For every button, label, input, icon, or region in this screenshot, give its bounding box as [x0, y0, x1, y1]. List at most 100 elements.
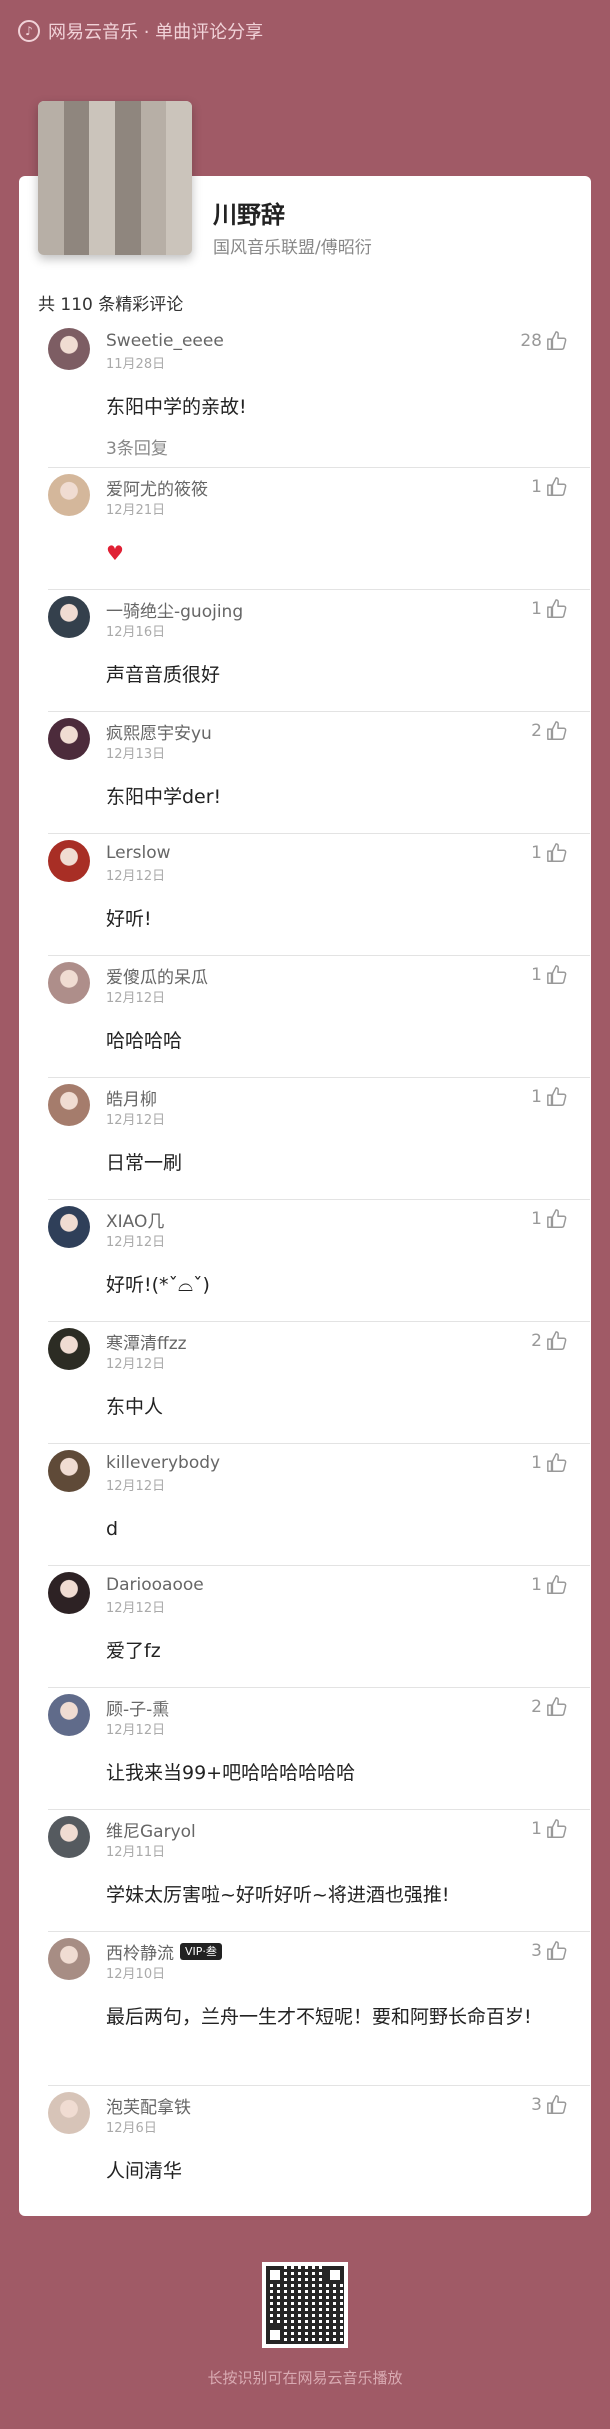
comment-item[interactable]: XIAO几 12月12日好听!(*ˇ⌓ˇ) 1 [48, 1200, 590, 1322]
comment-username-row: 泡芙配拿铁 [106, 2086, 590, 2118]
comment-item[interactable]: 爱阿尤的筱筱 12月21日 ♥ 1 [48, 468, 590, 590]
comment-username-row: 疯熙愿宇安yu [106, 712, 590, 744]
qr-finder-mark [266, 2266, 284, 2284]
comment-date: 12月12日 [106, 1601, 166, 1616]
like-button[interactable]: 2 [531, 1696, 568, 1718]
like-button[interactable]: 1 [531, 964, 568, 986]
username[interactable]: 顾-子-熏 [106, 1695, 169, 1720]
like-button[interactable]: 1 [531, 598, 568, 620]
comment-item[interactable]: killeverybody 12月12日 d 1 [48, 1444, 590, 1566]
qr-finder-mark [266, 2326, 284, 2344]
like-button[interactable]: 1 [531, 1208, 568, 1230]
avatar[interactable] [48, 1938, 90, 1980]
comment-item[interactable]: 一骑绝尘-guojing 12月16日 声音音质很好 1 [48, 590, 590, 712]
username[interactable]: Dariooaooe [106, 1575, 204, 1595]
thumbs-up-icon [547, 2095, 567, 2114]
avatar[interactable] [48, 2092, 90, 2134]
username[interactable]: XIAO几 [106, 1207, 164, 1232]
username[interactable]: 维尼Garyol [106, 1817, 196, 1842]
avatar[interactable] [48, 1328, 90, 1370]
avatar[interactable] [48, 1694, 90, 1736]
like-button[interactable]: 1 [531, 1574, 568, 1596]
like-button[interactable]: 1 [531, 476, 568, 498]
thumbs-up-icon [547, 1453, 567, 1472]
avatar[interactable] [48, 596, 90, 638]
like-button[interactable]: 28 [520, 330, 568, 352]
username[interactable]: 寒潭清ffzz [106, 1329, 187, 1354]
avatar[interactable] [48, 840, 90, 882]
comment-item[interactable]: 爱傻瓜的呆瓜 12月12日哈哈哈哈 1 [48, 956, 590, 1078]
comment-item[interactable]: 寒潭清ffzz 12月12日 东中人 2 [48, 1322, 590, 1444]
comment-date: 12月12日 [106, 1479, 166, 1494]
avatar[interactable] [48, 328, 90, 370]
username[interactable]: 皓月柳 [106, 1085, 157, 1110]
comment-item[interactable]: 皓月柳 12月12日 日常一刷 1 [48, 1078, 590, 1200]
comment-item[interactable]: 疯熙愿宇安yu 12月13日 东阳中学der! 2 [48, 712, 590, 834]
comment-username-row: 爱阿尤的筱筱 [106, 468, 590, 500]
app-title: 网易云音乐 · 单曲评论分享 [48, 22, 264, 43]
comment-text: 哈哈哈哈 [106, 1030, 183, 1052]
like-button[interactable]: 1 [531, 1086, 568, 1108]
like-count: 2 [531, 1697, 542, 1717]
thumbs-up-icon [547, 1331, 567, 1350]
thumbs-up-icon [547, 477, 567, 496]
comment-date: 12月10日 [106, 1967, 166, 1982]
comment-text: 让我来当99+吧哈哈哈哈哈哈 [106, 1762, 356, 1784]
like-button[interactable]: 1 [531, 1818, 568, 1840]
like-button[interactable]: 1 [531, 842, 568, 864]
comment-item[interactable]: Lerslow 12月12日 好听! 1 [48, 834, 590, 956]
avatar[interactable] [48, 962, 90, 1004]
like-count: 1 [531, 1453, 542, 1473]
like-count: 1 [531, 965, 542, 985]
comment-text: 好听!(*ˇ⌓ˇ) [106, 1274, 210, 1296]
reply-count-link[interactable]: 3条回复 [106, 434, 590, 459]
thumbs-up-icon [547, 965, 567, 984]
username[interactable]: 泡芙配拿铁 [106, 2093, 191, 2118]
comment-date: 12月12日 [106, 1723, 166, 1738]
avatar[interactable] [48, 1572, 90, 1614]
comment-item[interactable]: 泡芙配拿铁 12月6日 人间清华 3 [48, 2086, 590, 2208]
song-artist[interactable]: 国风音乐联盟/傅昭衍 [213, 233, 372, 258]
comment-date: 12月12日 [106, 1113, 166, 1128]
username[interactable]: Lerslow [106, 843, 171, 863]
username[interactable]: 疯熙愿宇安yu [106, 719, 212, 744]
username[interactable]: killeverybody [106, 1453, 220, 1473]
avatar[interactable] [48, 1206, 90, 1248]
qr-code[interactable] [262, 2262, 348, 2348]
like-button[interactable]: 1 [531, 1452, 568, 1474]
avatar[interactable] [48, 1084, 90, 1126]
username[interactable]: 爱傻瓜的呆瓜 [106, 963, 208, 988]
username[interactable]: Sweetie_eeee [106, 331, 224, 351]
comment-date: 12月11日 [106, 1845, 166, 1860]
comment-item[interactable]: 维尼Garyol 12月11日学妹太厉害啦~好听好听~将进酒也强推! 1 [48, 1810, 590, 1932]
like-button[interactable]: 3 [531, 1940, 568, 1962]
avatar[interactable] [48, 1450, 90, 1492]
netease-music-logo-icon: ♪ [18, 20, 40, 42]
avatar[interactable] [48, 474, 90, 516]
like-button[interactable]: 2 [531, 720, 568, 742]
avatar[interactable] [48, 1816, 90, 1858]
username[interactable]: 西柃静流 [106, 1939, 174, 1964]
username[interactable]: 爱阿尤的筱筱 [106, 475, 208, 500]
comment-date: 12月16日 [106, 625, 166, 640]
comment-item[interactable]: Sweetie_eeee 11月28日 东阳中学的亲故! 3条回复 28 [48, 322, 590, 468]
album-cover[interactable] [38, 101, 192, 255]
like-button[interactable]: 2 [531, 1330, 568, 1352]
comment-item[interactable]: Dariooaooe 12月12日 爱了fz 1 [48, 1566, 590, 1688]
comment-date: 12月21日 [106, 503, 166, 518]
vip-badge: VIP·叁 [180, 1942, 222, 1960]
comment-date: 12月12日 [106, 991, 166, 1006]
comment-username-row: 西柃静流 VIP·叁 [106, 1932, 590, 1964]
avatar[interactable] [48, 718, 90, 760]
comment-item[interactable]: 西柃静流 VIP·叁 12月10日 最后两句，兰舟一生才不短呢！要和阿野长命百岁! 3 [48, 1932, 590, 2086]
comment-username-row: XIAO几 [106, 1200, 590, 1232]
comment-item[interactable]: 顾-子-熏 12月12日让我来当99+吧哈哈哈哈哈哈 2 [48, 1688, 590, 1810]
song-title: 川野辞 [213, 201, 285, 229]
comment-date: 12月12日 [106, 1235, 166, 1250]
heart-emoji-icon: ♥ [106, 541, 124, 565]
comment-username-row: 皓月柳 [106, 1078, 590, 1110]
username[interactable]: 一骑绝尘-guojing [106, 597, 243, 622]
comment-text: 学妹太厉害啦~好听好听~将进酒也强推! [106, 1884, 450, 1906]
like-button[interactable]: 3 [531, 2094, 568, 2116]
comment-list: Sweetie_eeee 11月28日 东阳中学的亲故! 3条回复 28 爱阿尤的筱筱 12… [48, 322, 590, 2208]
